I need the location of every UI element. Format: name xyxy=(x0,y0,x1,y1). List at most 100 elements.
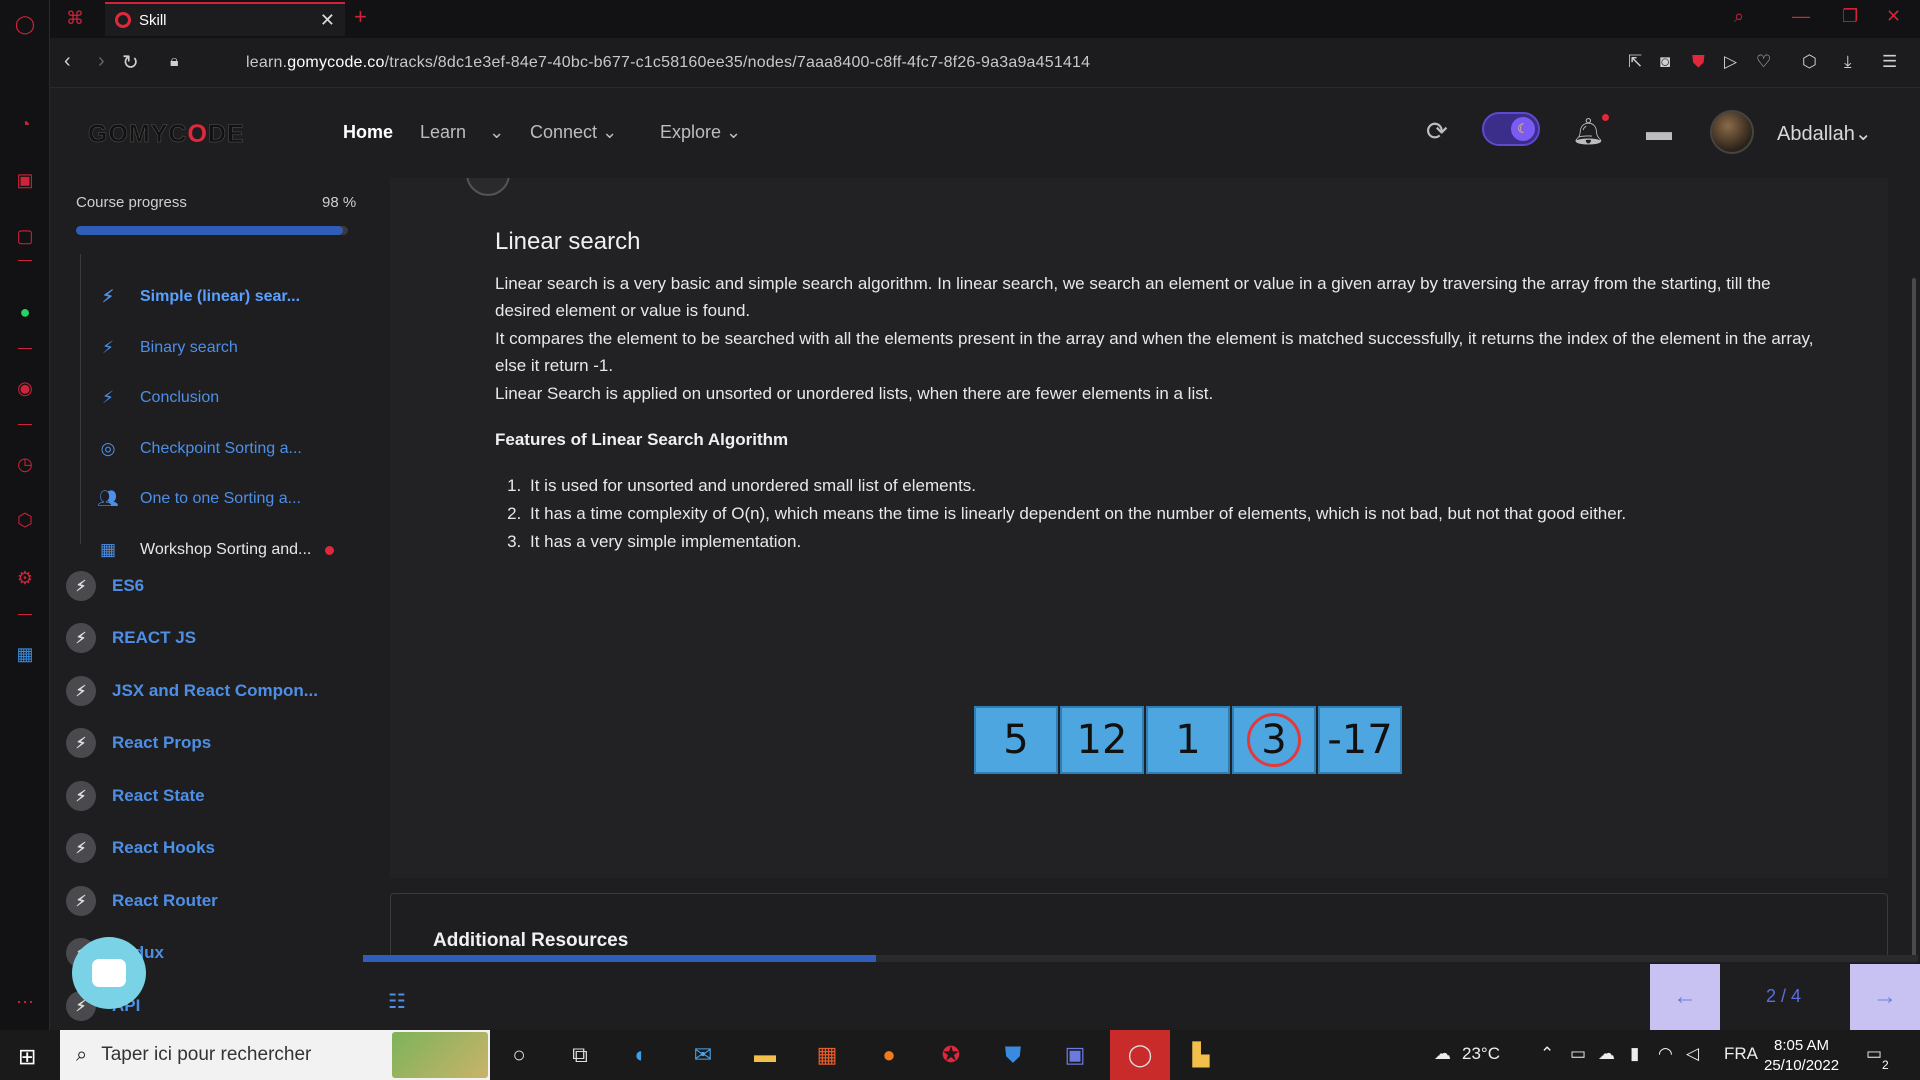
shield-app-icon[interactable]: ⛊ xyxy=(998,1040,1028,1070)
course-progress-value: 98 % xyxy=(322,194,357,211)
lock-icon: 🔒︎ xyxy=(170,53,179,70)
cube-icon[interactable]: ⬡ xyxy=(1802,52,1817,72)
module-react-hooks[interactable]: ⚡︎ React Hooks xyxy=(66,830,215,866)
notification-count: 2 xyxy=(1882,1058,1889,1072)
course-progress-label: Course progress xyxy=(76,194,187,211)
restore-button[interactable]: ❐ xyxy=(1842,6,1858,27)
teams-icon[interactable]: ▣ xyxy=(1060,1040,1090,1070)
reload-icon[interactable]: ↻ xyxy=(122,50,139,75)
target-icon: ◎ xyxy=(100,439,116,458)
settings-icon[interactable]: ⚙ xyxy=(13,566,37,590)
nav-connect[interactable]: Connect ⌄ xyxy=(530,122,617,143)
adblock-icon[interactable]: ⛊ xyxy=(1692,52,1705,72)
sidebar-item-one-to-one[interactable]: 👥︎ One to one Sorting a... xyxy=(96,484,301,514)
module-react-props[interactable]: ⚡︎ React Props xyxy=(66,725,211,761)
wifi-icon[interactable]: ◠ xyxy=(1658,1044,1673,1064)
features-list: It is used for unsorted and unordered sm… xyxy=(526,472,1626,556)
send-icon[interactable]: ▷ xyxy=(1724,52,1737,72)
unread-dot xyxy=(325,545,335,555)
translate-icon[interactable]: ▦ xyxy=(13,642,37,666)
sidebar-item-binary-search[interactable]: ⚡︎ Binary search xyxy=(96,333,238,363)
language-indicator[interactable]: FRA xyxy=(1724,1044,1758,1064)
new-tab-button[interactable]: + xyxy=(354,4,367,30)
sidebar-item-checkpoint[interactable]: ◎ Checkpoint Sorting a... xyxy=(96,434,302,464)
edge-icon[interactable]: ◐ xyxy=(626,1040,656,1070)
more-icon[interactable]: ⋯ xyxy=(13,990,37,1014)
store-icon[interactable]: ▦ xyxy=(812,1040,842,1070)
gomycode-logo[interactable]: GOMYCODE xyxy=(88,120,245,149)
bolt-icon: ⚡︎ xyxy=(66,571,96,601)
close-tab-icon[interactable]: ✕ xyxy=(320,10,335,31)
lesson-content: Linear search Linear search is a very ba… xyxy=(360,178,1920,1030)
nav-home[interactable]: Home xyxy=(343,122,393,143)
opera-taskbar-icon[interactable]: ◯ xyxy=(1110,1030,1170,1080)
download-icon[interactable]: ⤓ xyxy=(1844,52,1852,72)
url-field[interactable]: learn.gomycode.co/tracks/8dc1e3ef-84e7-4… xyxy=(246,54,1090,72)
user-menu[interactable]: Abdallah⌄ xyxy=(1777,121,1872,146)
module-react-router[interactable]: ⚡︎ React Router xyxy=(66,883,218,919)
shopping-icon[interactable]: ▣ xyxy=(13,168,37,192)
extensions-icon[interactable]: ⬡ xyxy=(13,508,37,532)
camera-icon[interactable]: ◙ xyxy=(1660,52,1670,72)
mail-icon[interactable]: ✉ xyxy=(688,1040,718,1070)
weather-temp[interactable]: 23°C xyxy=(1462,1044,1500,1064)
sidebar-item-conclusion[interactable]: ⚡︎ Conclusion xyxy=(96,383,219,413)
notifications-icon[interactable]: ▭ xyxy=(1866,1044,1882,1064)
heart-icon[interactable]: ♡ xyxy=(1756,52,1771,72)
volume-icon[interactable]: ◁ xyxy=(1686,1044,1699,1064)
chat-icon[interactable]: ▬ xyxy=(1646,116,1672,147)
battery-icon[interactable]: ▮ xyxy=(1630,1044,1639,1064)
weather-icon[interactable]: ☁ xyxy=(1434,1044,1451,1064)
course-sidebar: Course progress 98 % ⚡︎ Simple (linear) s… xyxy=(50,178,360,1030)
module-jsx[interactable]: ⚡︎ JSX and React Compon... xyxy=(66,673,318,709)
onedrive-icon[interactable]: ☁ xyxy=(1598,1044,1615,1064)
tray-app-icon[interactable]: ▭ xyxy=(1570,1044,1586,1064)
twitch-icon[interactable]: ▢ xyxy=(13,224,37,248)
opera-logo-icon[interactable]: ◯ xyxy=(13,12,37,36)
module-react-state[interactable]: ⚡︎ React State xyxy=(66,778,205,814)
array-cell: 1 xyxy=(1146,706,1230,774)
minimize-button[interactable]: — xyxy=(1792,6,1810,27)
history-icon[interactable]: ◷ xyxy=(13,452,37,476)
windows-start-icon[interactable]: ⊞ xyxy=(18,1044,36,1070)
content-scrollbar[interactable] xyxy=(1912,278,1916,998)
next-page-button[interactable]: → xyxy=(1850,964,1920,1030)
support-chat-button[interactable] xyxy=(72,937,146,1009)
easy-setup-icon[interactable]: ☰ xyxy=(1882,52,1897,72)
clock[interactable]: 8:05 AM 25/10/2022 xyxy=(1764,1036,1839,1076)
avatar[interactable] xyxy=(1710,110,1754,154)
player-icon[interactable]: ◉ xyxy=(13,376,37,400)
share-icon[interactable]: ⇱ xyxy=(1628,52,1642,72)
module-react-js[interactable]: ⚡︎ REACT JS xyxy=(66,620,196,656)
dark-mode-toggle[interactable]: ☾ xyxy=(1482,112,1540,146)
close-window-button[interactable]: ✕ xyxy=(1886,6,1901,27)
forward-icon[interactable]: › xyxy=(98,50,105,73)
app-red-icon[interactable]: ✪ xyxy=(936,1040,966,1070)
tray-chevron-icon[interactable]: ⌃ xyxy=(1540,1044,1554,1064)
whatsapp-icon[interactable]: ● xyxy=(13,300,37,324)
sidebar-item-workshop[interactable]: ▦ Workshop Sorting and... xyxy=(96,535,335,565)
sidebar-item-linear-search[interactable]: ⚡︎ Simple (linear) sear... xyxy=(96,282,300,312)
file-explorer-icon[interactable]: ▬ xyxy=(750,1040,780,1070)
outline-list-icon[interactable]: ☷ xyxy=(388,989,406,1014)
task-view-icon[interactable]: ⧉ xyxy=(565,1040,595,1070)
prev-page-button[interactable]: ← xyxy=(1650,964,1720,1030)
sync-icon[interactable]: ⟳ xyxy=(1426,116,1448,147)
firefox-icon[interactable]: ● xyxy=(874,1040,904,1070)
people-icon: 👥︎ xyxy=(97,489,119,508)
folder-app-icon[interactable]: ▙ xyxy=(1186,1040,1216,1070)
nav-explore[interactable]: Explore ⌄ xyxy=(660,122,741,143)
module-es6[interactable]: ⚡︎ ES6 xyxy=(66,568,144,604)
back-icon[interactable]: ‹ xyxy=(64,50,71,73)
bolt-icon: ⚡︎ xyxy=(66,886,96,916)
list-item: It has a very simple implementation. xyxy=(526,528,1626,556)
bolt-icon: ⚡︎ xyxy=(66,728,96,758)
gamepad-icon[interactable]: ⌘ xyxy=(66,8,84,29)
search-tabs-icon[interactable]: ⌕ xyxy=(1734,6,1744,27)
search-highlight-image[interactable] xyxy=(392,1032,488,1078)
speed-dial-icon[interactable]: ◔ xyxy=(13,112,37,136)
nav-learn[interactable]: Learn ⌄ xyxy=(420,122,504,143)
bell-icon[interactable]: 🔔︎ xyxy=(1572,116,1605,147)
tab-skill[interactable]: Skill ✕ xyxy=(105,2,345,36)
cortana-icon[interactable]: ○ xyxy=(504,1040,534,1070)
